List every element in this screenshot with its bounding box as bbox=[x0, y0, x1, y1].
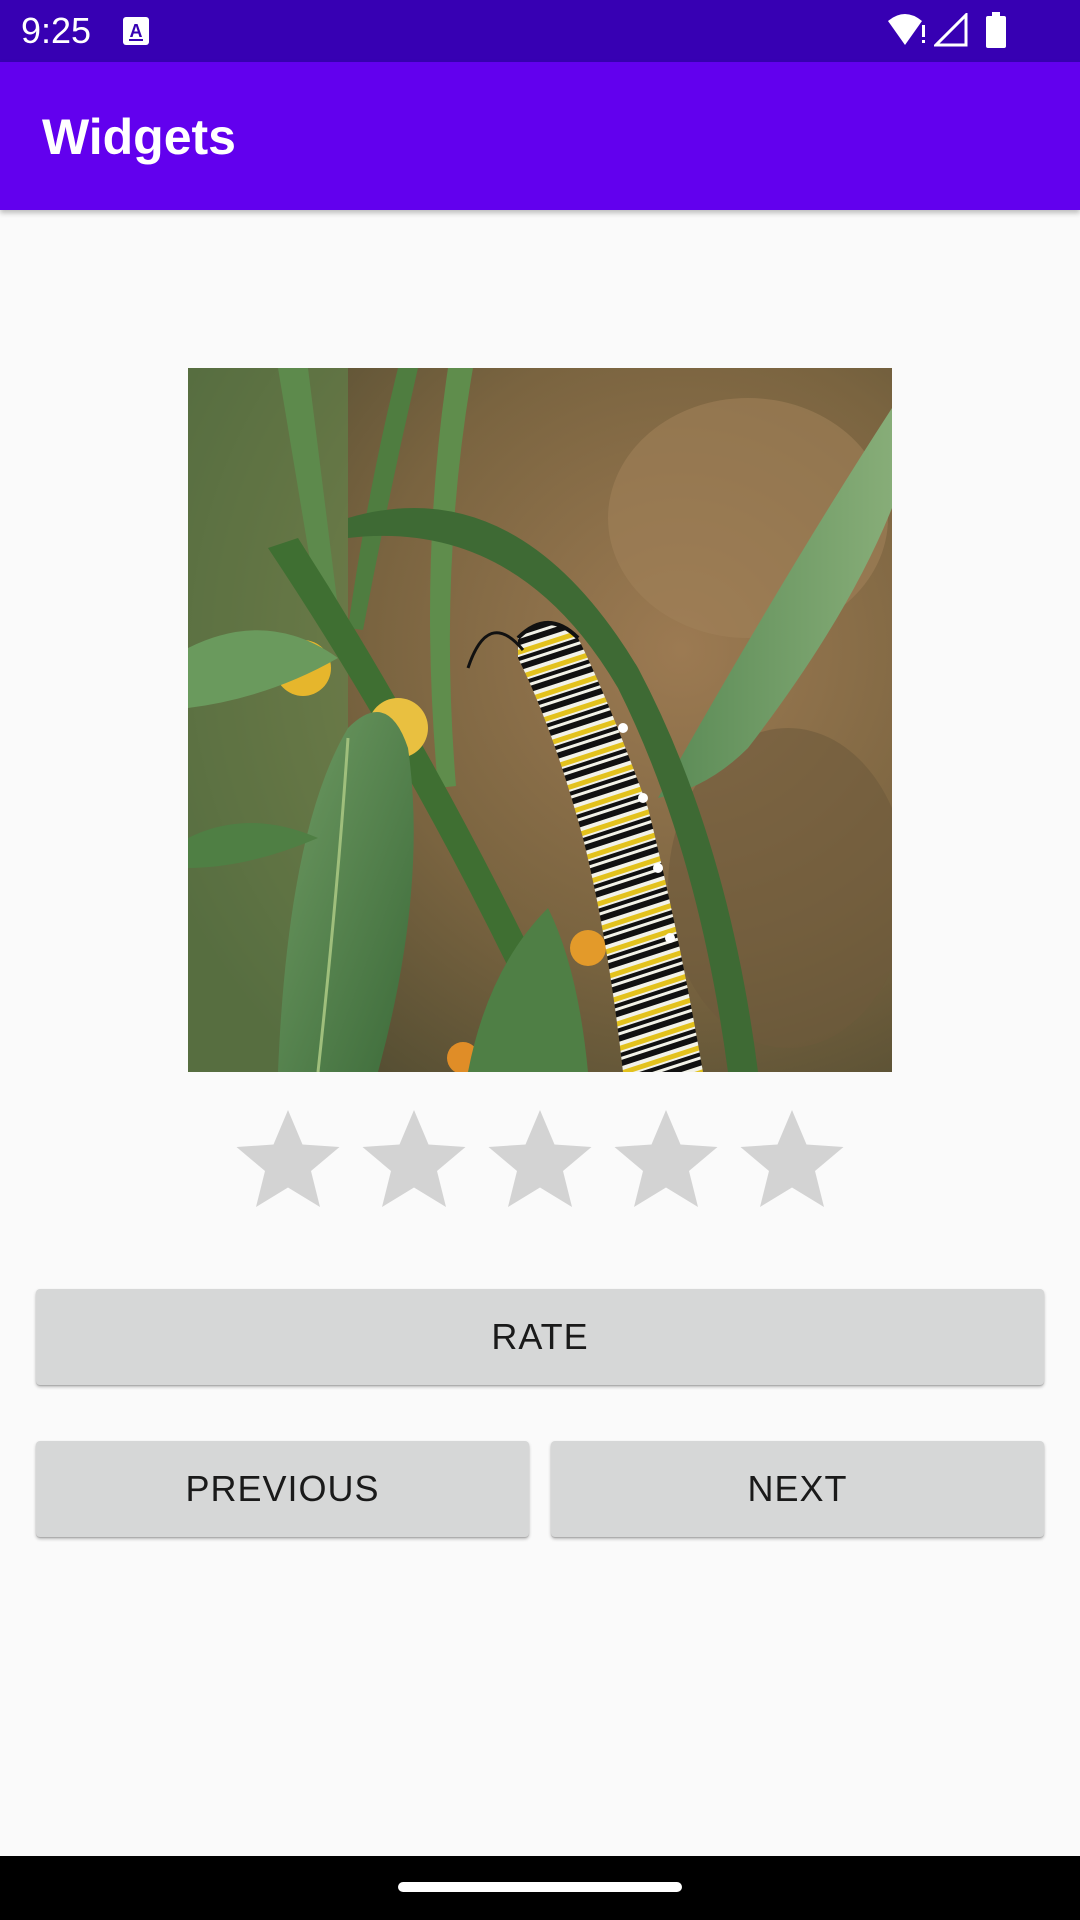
app-bar: Widgets bbox=[0, 62, 1080, 210]
rate-button[interactable]: RATE bbox=[36, 1289, 1044, 1385]
star-icon[interactable] bbox=[732, 1100, 852, 1220]
previous-button[interactable]: PREVIOUS bbox=[36, 1441, 529, 1537]
status-time: 9:25 bbox=[21, 10, 92, 51]
app-title: Widgets bbox=[42, 109, 236, 165]
keyboard-a-icon: A bbox=[123, 17, 149, 45]
status-bar: 9:25 A bbox=[0, 0, 1080, 62]
star-icon[interactable] bbox=[228, 1100, 348, 1220]
cell-signal-icon bbox=[932, 11, 968, 47]
svg-text:A: A bbox=[130, 21, 143, 41]
next-button[interactable]: NEXT bbox=[551, 1441, 1044, 1537]
home-gesture-handle[interactable] bbox=[398, 1882, 682, 1892]
star-icon[interactable] bbox=[606, 1100, 726, 1220]
wifi-icon bbox=[888, 13, 928, 47]
caterpillar-photo bbox=[188, 368, 892, 1072]
star-icon[interactable] bbox=[354, 1100, 474, 1220]
star-icon[interactable] bbox=[480, 1100, 600, 1220]
rating-bar[interactable] bbox=[228, 1100, 852, 1220]
navigation-bar bbox=[0, 1856, 1080, 1920]
battery-icon bbox=[985, 12, 1007, 48]
